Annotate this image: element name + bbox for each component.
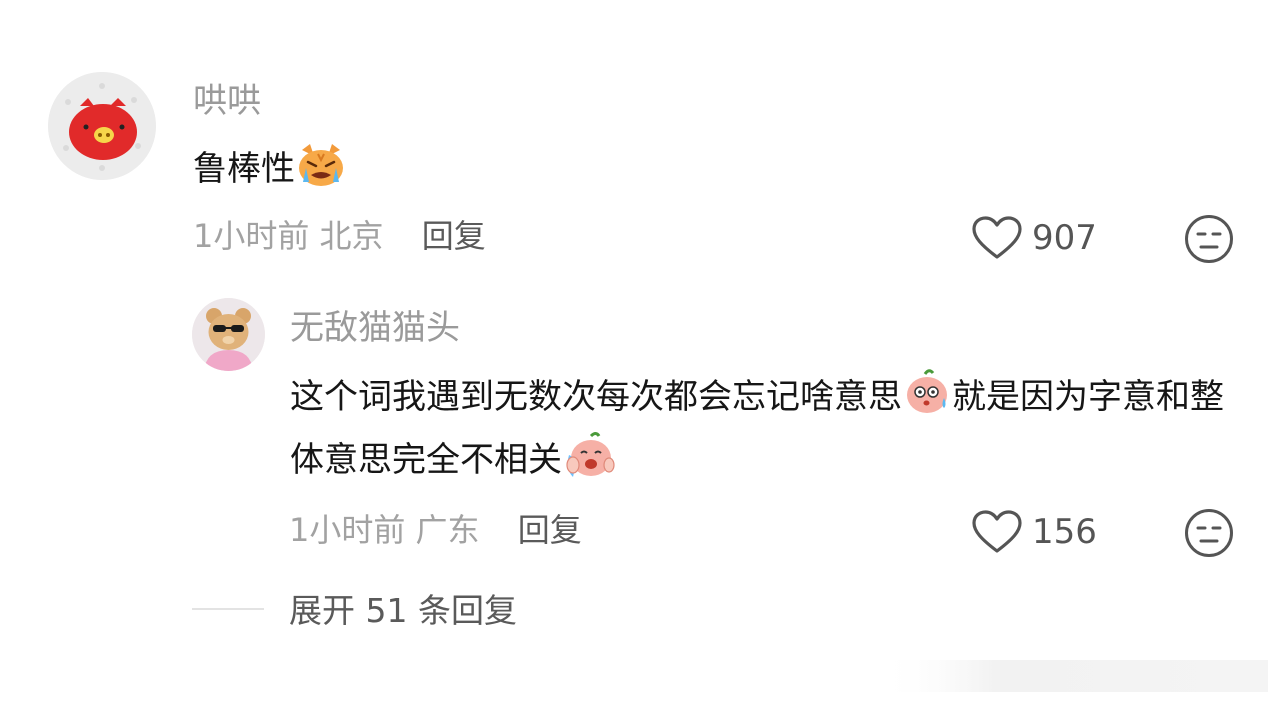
avatar-honghong[interactable] <box>48 72 156 180</box>
meh-face-icon <box>1185 215 1233 263</box>
crying-cat-emoji <box>296 142 346 203</box>
reply-reply-button[interactable]: 回复 <box>518 511 582 549</box>
pig-avatar-icon <box>48 72 156 180</box>
bear-avatar-icon <box>192 298 265 371</box>
reply-meta: 1小时前 广东 回复 <box>289 510 582 550</box>
reply-like-button[interactable]: 156 <box>972 510 1097 554</box>
expand-replies-button[interactable]: 展开 51 条回复 <box>289 591 517 631</box>
reply-username[interactable]: 无敌猫猫头 <box>290 308 460 348</box>
comment-username[interactable]: 哄哄 <box>193 81 261 121</box>
reply-time: 1小时前 <box>289 511 406 549</box>
comment-reply-button[interactable]: 回复 <box>422 217 486 255</box>
reply-location: 广东 <box>415 511 480 549</box>
avatar-wudimaomaotou[interactable] <box>192 298 265 371</box>
comment-like-count: 907 <box>1032 218 1097 258</box>
expand-divider <box>192 608 264 610</box>
comment-like-button[interactable]: 907 <box>972 216 1097 260</box>
comment-dislike-button[interactable] <box>1184 214 1234 268</box>
heart-icon <box>972 510 1022 553</box>
reply-dislike-button[interactable] <box>1184 508 1234 562</box>
comment-location: 北京 <box>319 217 384 255</box>
reply-text-part1: 这个词我遇到无数次每次都会忘记啥意思 <box>290 377 902 417</box>
reply-like-count: 156 <box>1032 512 1097 552</box>
sweating-peach-emoji <box>903 368 951 431</box>
crying-peach-emoji <box>563 431 615 494</box>
comment-text: 鲁棒性 <box>193 142 347 203</box>
reply-text-part2: 就是因 <box>952 377 1054 417</box>
watermark <box>878 656 1278 700</box>
comment-meta: 1小时前 北京 回复 <box>193 216 486 256</box>
meh-face-icon <box>1185 509 1233 557</box>
heart-icon <box>972 216 1022 259</box>
reply-text: 这个词我遇到无数次每次都会忘记啥意思 就是因为字意和整体意思完全不相关 <box>290 368 1240 494</box>
comment-body: 鲁棒性 <box>193 149 295 189</box>
comment-time: 1小时前 <box>193 217 310 255</box>
